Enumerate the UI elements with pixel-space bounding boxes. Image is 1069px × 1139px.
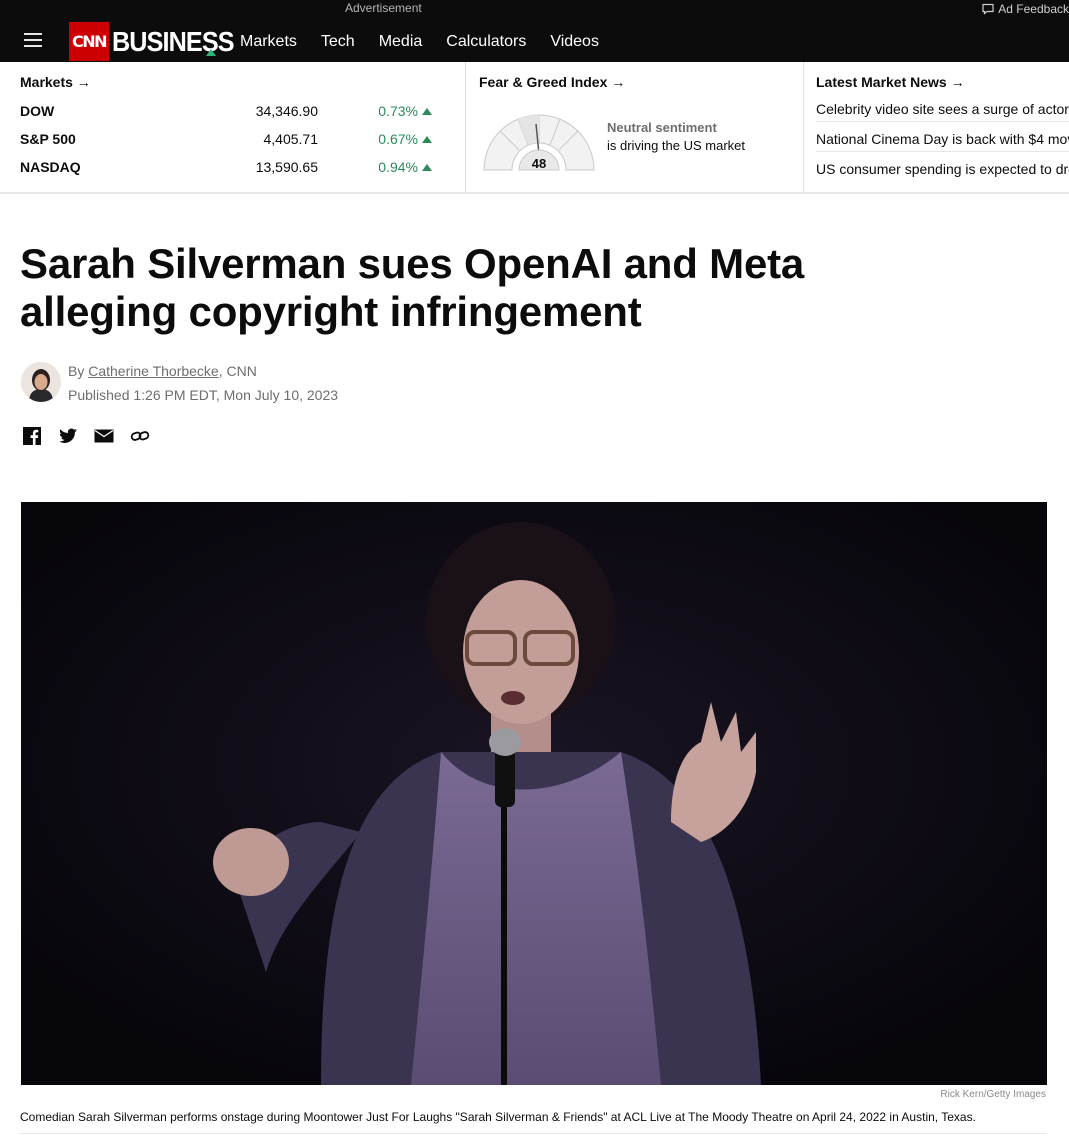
market-row-sp500[interactable]: S&P 500 4,405.71 0.67% (20, 131, 440, 153)
market-row-nasdaq[interactable]: NASDAQ 13,590.65 0.94% (20, 159, 440, 181)
hero-photo (21, 502, 1047, 1085)
news-item[interactable]: National Cinema Day is back with $4 movi… (816, 131, 1069, 152)
link-icon[interactable] (130, 426, 150, 446)
market-name: S&P 500 (20, 131, 76, 147)
article-headline: Sarah Silverman sues OpenAI and Meta all… (20, 240, 805, 335)
cnn-logo: CNN (69, 22, 109, 61)
news-item[interactable]: Celebrity video site sees a surge of act… (816, 101, 1069, 122)
sentiment-description: is driving the US market (607, 138, 745, 153)
up-arrow-icon (422, 164, 432, 171)
market-value: 4,405.71 (263, 131, 319, 147)
author-link[interactable]: Catherine Thorbecke (88, 363, 218, 379)
caption-divider (20, 1133, 1047, 1134)
market-value: 34,346.90 (255, 103, 318, 119)
ad-feedback-label: Ad Feedback (998, 2, 1069, 16)
byline: By Catherine Thorbecke, CNN (68, 363, 257, 379)
advertisement-label: Advertisement (345, 1, 422, 15)
market-news-title-link[interactable]: Latest Market News → (816, 74, 965, 90)
image-caption: Comedian Sarah Silverman performs onstag… (20, 1110, 976, 1124)
sentiment-label: Neutral sentiment (607, 120, 717, 135)
markets-panel: Markets → DOW 34,346.90 0.73% S&P 500 4,… (0, 62, 466, 192)
author-avatar[interactable] (21, 362, 61, 402)
market-row-dow[interactable]: DOW 34,346.90 0.73% (20, 103, 440, 125)
ad-feedback-link[interactable]: Ad Feedback (982, 2, 1069, 16)
market-change: 0.67% (378, 131, 418, 147)
gauge-value: 48 (532, 156, 546, 171)
markets-strip: Markets → DOW 34,346.90 0.73% S&P 500 4,… (0, 62, 1069, 194)
cnn-business-logo[interactable]: CNN BUSINESS (69, 22, 247, 61)
fear-greed-gauge[interactable]: 48 (482, 112, 596, 172)
nav-media[interactable]: Media (379, 33, 423, 51)
fear-greed-panel: Fear & Greed Index → 48 Neutral sentimen… (466, 62, 804, 192)
share-bar (22, 426, 150, 446)
news-item[interactable]: US consumer spending is expected to drop (816, 161, 1069, 181)
nav-calculators[interactable]: Calculators (446, 33, 526, 51)
logo-triangle-icon (206, 49, 216, 56)
byline-suffix: , CNN (218, 363, 257, 379)
nav-tech[interactable]: Tech (321, 33, 355, 51)
nav-videos[interactable]: Videos (550, 33, 599, 51)
twitter-icon[interactable] (58, 426, 78, 446)
up-arrow-icon (422, 136, 432, 143)
comment-icon (982, 3, 994, 15)
author-photo (21, 362, 61, 402)
market-name: DOW (20, 103, 55, 119)
main-nav: Markets Tech Media Calculators Videos (240, 33, 623, 51)
market-name: NASDAQ (20, 159, 81, 175)
market-value: 13,590.65 (255, 159, 318, 175)
email-icon[interactable] (94, 426, 114, 446)
hamburger-menu-icon[interactable] (24, 33, 42, 48)
nav-markets[interactable]: Markets (240, 33, 297, 51)
latest-market-news-panel: Latest Market News → Celebrity video sit… (804, 62, 1069, 192)
facebook-icon[interactable] (22, 426, 42, 446)
market-change: 0.94% (378, 159, 418, 175)
up-arrow-icon (422, 108, 432, 115)
market-change: 0.73% (378, 103, 418, 119)
markets-title-link[interactable]: Markets → (20, 74, 91, 90)
image-credit: Rick Kern/Getty Images (940, 1089, 1046, 1100)
byline-prefix: By (68, 363, 89, 379)
published-timestamp: Published 1:26 PM EDT, Mon July 10, 2023 (68, 387, 339, 403)
top-header: Advertisement Ad Feedback CNN BUSINESS M… (0, 0, 1069, 62)
fear-greed-title-link[interactable]: Fear & Greed Index → (479, 74, 625, 90)
hero-image[interactable] (21, 502, 1047, 1085)
